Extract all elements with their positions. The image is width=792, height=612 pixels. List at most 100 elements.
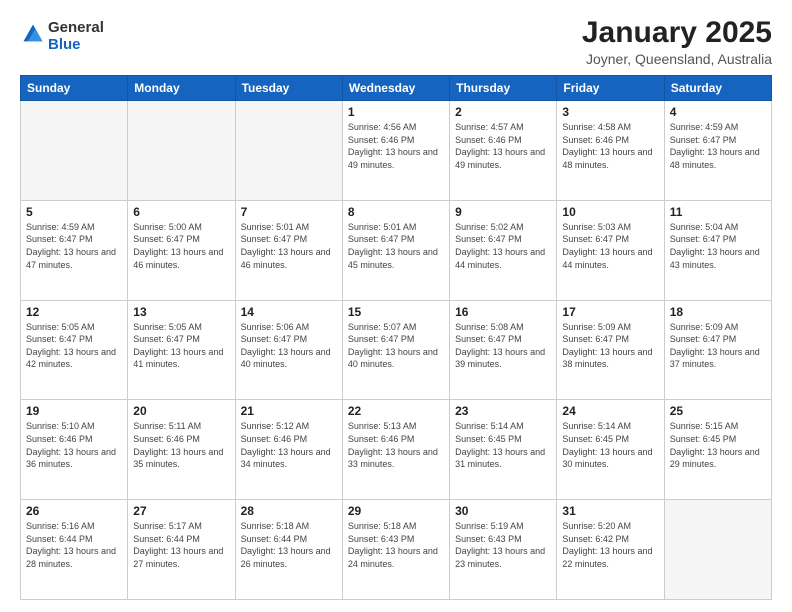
calendar-day-cell: 19 Sunrise: 5:10 AM Sunset: 6:46 PM Dayli… [21, 400, 128, 500]
calendar-day-cell: 11 Sunrise: 5:04 AM Sunset: 6:47 PM Dayli… [664, 200, 771, 300]
day-info: Sunrise: 5:00 AM Sunset: 6:47 PM Dayligh… [133, 221, 229, 271]
day-number: 14 [241, 305, 337, 319]
day-number: 25 [670, 404, 766, 418]
calendar-week-row: 1Sunrise: 4:56 AM Sunset: 6:46 PM Daylig… [21, 101, 772, 201]
calendar-day-cell: 24 Sunrise: 5:14 AM Sunset: 6:45 PM Dayli… [557, 400, 664, 500]
calendar-day-cell: 22Sunrise: 5:13 AM Sunset: 6:46 PM Dayli… [342, 400, 449, 500]
title-block: January 2025 Joyner, Queensland, Austral… [104, 16, 772, 67]
day-info: Sunrise: 5:18 AM Sunset: 6:43 PM Dayligh… [348, 520, 444, 570]
day-number: 18 [670, 305, 766, 319]
weekday-header: Saturday [664, 76, 771, 101]
day-info: Sunrise: 5:09 AM Sunset: 6:47 PM Dayligh… [670, 321, 766, 371]
day-info: Sunrise: 5:15 AM Sunset: 6:45 PM Dayligh… [670, 420, 766, 470]
calendar-day-cell: 1Sunrise: 4:56 AM Sunset: 6:46 PM Daylig… [342, 101, 449, 201]
calendar-day-cell: 5Sunrise: 4:59 AM Sunset: 6:47 PM Daylig… [21, 200, 128, 300]
day-info: Sunrise: 5:18 AM Sunset: 6:44 PM Dayligh… [241, 520, 337, 570]
day-info: Sunrise: 5:03 AM Sunset: 6:47 PM Dayligh… [562, 221, 658, 271]
day-number: 3 [562, 105, 658, 119]
day-number: 16 [455, 305, 551, 319]
day-number: 8 [348, 205, 444, 219]
day-number: 7 [241, 205, 337, 219]
weekday-header: Wednesday [342, 76, 449, 101]
calendar-day-cell: 15 Sunrise: 5:07 AM Sunset: 6:47 PM Dayli… [342, 300, 449, 400]
calendar-day-cell: 16 Sunrise: 5:08 AM Sunset: 6:47 PM Dayli… [450, 300, 557, 400]
calendar-day-cell: 30 Sunrise: 5:19 AM Sunset: 6:43 PM Dayli… [450, 500, 557, 600]
day-number: 27 [133, 504, 229, 518]
calendar-day-cell: 7 Sunrise: 5:01 AM Sunset: 6:47 PM Daylig… [235, 200, 342, 300]
day-info: Sunrise: 5:06 AM Sunset: 6:47 PM Dayligh… [241, 321, 337, 371]
day-number: 28 [241, 504, 337, 518]
calendar-day-cell [21, 101, 128, 201]
calendar-subtitle: Joyner, Queensland, Australia [104, 51, 772, 67]
day-info: Sunrise: 4:57 AM Sunset: 6:46 PM Dayligh… [455, 121, 551, 171]
day-number: 21 [241, 404, 337, 418]
day-number: 31 [562, 504, 658, 518]
day-info: Sunrise: 5:14 AM Sunset: 6:45 PM Dayligh… [455, 420, 551, 470]
calendar-week-row: 12 Sunrise: 5:05 AM Sunset: 6:47 PM Dayli… [21, 300, 772, 400]
day-number: 17 [562, 305, 658, 319]
day-info: Sunrise: 5:19 AM Sunset: 6:43 PM Dayligh… [455, 520, 551, 570]
calendar-header-row: SundayMondayTuesdayWednesdayThursdayFrid… [21, 76, 772, 101]
calendar-day-cell: 29 Sunrise: 5:18 AM Sunset: 6:43 PM Dayli… [342, 500, 449, 600]
logo: General Blue [20, 20, 104, 53]
day-info: Sunrise: 4:59 AM Sunset: 6:47 PM Dayligh… [670, 121, 766, 171]
day-info: Sunrise: 5:05 AM Sunset: 6:47 PM Dayligh… [133, 321, 229, 371]
day-info: Sunrise: 5:12 AM Sunset: 6:46 PM Dayligh… [241, 420, 337, 470]
day-info: Sunrise: 5:02 AM Sunset: 6:47 PM Dayligh… [455, 221, 551, 271]
day-number: 24 [562, 404, 658, 418]
day-info: Sunrise: 4:59 AM Sunset: 6:47 PM Dayligh… [26, 221, 122, 271]
weekday-header: Monday [128, 76, 235, 101]
day-number: 1 [348, 105, 444, 119]
weekday-header: Friday [557, 76, 664, 101]
day-number: 15 [348, 305, 444, 319]
calendar-day-cell: 9 Sunrise: 5:02 AM Sunset: 6:47 PM Daylig… [450, 200, 557, 300]
day-info: Sunrise: 5:17 AM Sunset: 6:44 PM Dayligh… [133, 520, 229, 570]
day-info: Sunrise: 5:01 AM Sunset: 6:47 PM Dayligh… [241, 221, 337, 271]
calendar-day-cell: 4 Sunrise: 4:59 AM Sunset: 6:47 PM Daylig… [664, 101, 771, 201]
day-number: 9 [455, 205, 551, 219]
day-number: 6 [133, 205, 229, 219]
day-info: Sunrise: 5:07 AM Sunset: 6:47 PM Dayligh… [348, 321, 444, 371]
day-info: Sunrise: 5:10 AM Sunset: 6:46 PM Dayligh… [26, 420, 122, 470]
day-number: 30 [455, 504, 551, 518]
day-info: Sunrise: 4:58 AM Sunset: 6:46 PM Dayligh… [562, 121, 658, 171]
logo-general-text: General [48, 19, 104, 36]
day-number: 4 [670, 105, 766, 119]
calendar-day-cell: 6 Sunrise: 5:00 AM Sunset: 6:47 PM Daylig… [128, 200, 235, 300]
logo-blue-text: Blue [48, 36, 81, 53]
day-info: Sunrise: 5:04 AM Sunset: 6:47 PM Dayligh… [670, 221, 766, 271]
calendar-day-cell: 8Sunrise: 5:01 AM Sunset: 6:47 PM Daylig… [342, 200, 449, 300]
day-number: 23 [455, 404, 551, 418]
calendar-day-cell: 3 Sunrise: 4:58 AM Sunset: 6:46 PM Daylig… [557, 101, 664, 201]
day-info: Sunrise: 5:16 AM Sunset: 6:44 PM Dayligh… [26, 520, 122, 570]
day-number: 13 [133, 305, 229, 319]
calendar-day-cell: 17 Sunrise: 5:09 AM Sunset: 6:47 PM Dayli… [557, 300, 664, 400]
day-info: Sunrise: 5:09 AM Sunset: 6:47 PM Dayligh… [562, 321, 658, 371]
day-number: 22 [348, 404, 444, 418]
day-info: Sunrise: 5:20 AM Sunset: 6:42 PM Dayligh… [562, 520, 658, 570]
page: General Blue January 2025 Joyner, Queens… [0, 0, 792, 612]
calendar-table: SundayMondayTuesdayWednesdayThursdayFrid… [20, 75, 772, 600]
calendar-day-cell: 10Sunrise: 5:03 AM Sunset: 6:47 PM Dayli… [557, 200, 664, 300]
header: General Blue January 2025 Joyner, Queens… [20, 16, 772, 67]
day-number: 29 [348, 504, 444, 518]
calendar-day-cell: 20Sunrise: 5:11 AM Sunset: 6:46 PM Dayli… [128, 400, 235, 500]
calendar-body: 1Sunrise: 4:56 AM Sunset: 6:46 PM Daylig… [21, 101, 772, 600]
day-number: 12 [26, 305, 122, 319]
calendar-week-row: 19 Sunrise: 5:10 AM Sunset: 6:46 PM Dayli… [21, 400, 772, 500]
calendar-title: January 2025 [104, 16, 772, 49]
day-number: 19 [26, 404, 122, 418]
calendar-day-cell: 23 Sunrise: 5:14 AM Sunset: 6:45 PM Dayli… [450, 400, 557, 500]
day-number: 11 [670, 205, 766, 219]
calendar-day-cell: 31 Sunrise: 5:20 AM Sunset: 6:42 PM Dayli… [557, 500, 664, 600]
calendar-day-cell: 2Sunrise: 4:57 AM Sunset: 6:46 PM Daylig… [450, 101, 557, 201]
calendar-day-cell [664, 500, 771, 600]
day-info: Sunrise: 5:14 AM Sunset: 6:45 PM Dayligh… [562, 420, 658, 470]
calendar-day-cell: 26 Sunrise: 5:16 AM Sunset: 6:44 PM Dayli… [21, 500, 128, 600]
day-info: Sunrise: 5:08 AM Sunset: 6:47 PM Dayligh… [455, 321, 551, 371]
calendar-day-cell [128, 101, 235, 201]
day-number: 26 [26, 504, 122, 518]
day-info: Sunrise: 5:05 AM Sunset: 6:47 PM Dayligh… [26, 321, 122, 371]
calendar-day-cell: 13 Sunrise: 5:05 AM Sunset: 6:47 PM Dayli… [128, 300, 235, 400]
weekday-header: Sunday [21, 76, 128, 101]
